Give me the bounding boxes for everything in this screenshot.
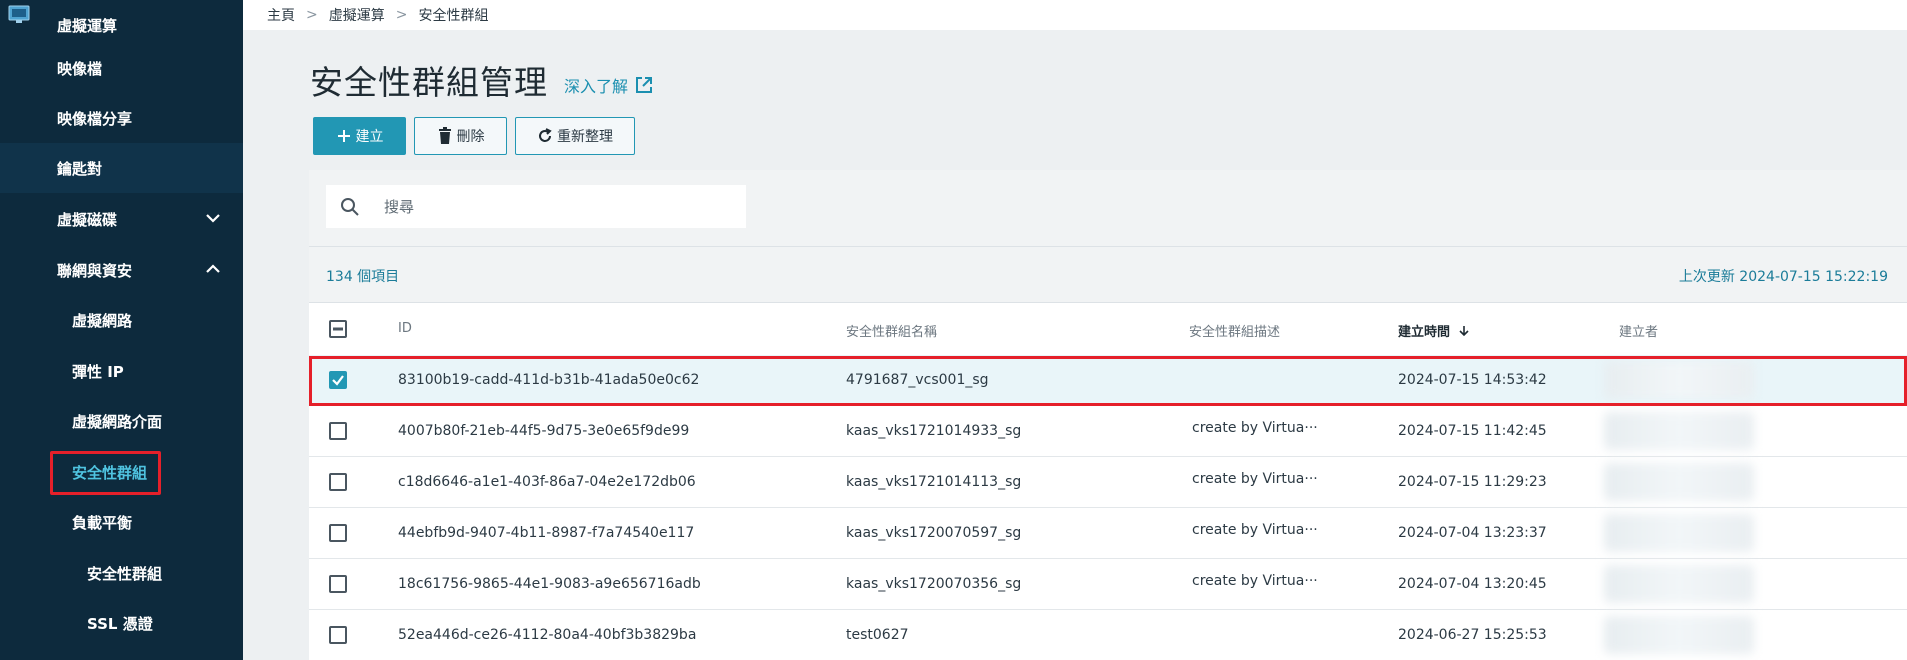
cell-description: create by Virtua··· bbox=[1192, 471, 1318, 487]
learn-more-label: 深入了解 bbox=[564, 77, 629, 96]
selected-row-highlight-box bbox=[309, 356, 1907, 406]
cell-id[interactable]: 4007b80f-21eb-44f5-9d75-3e0e65f9de99 bbox=[398, 423, 689, 439]
sidebar-item-key-pairs[interactable]: 鑰匙對 bbox=[0, 143, 243, 193]
redacted-creator bbox=[1604, 412, 1754, 450]
sidebar-item-label: 虛擬網路 bbox=[72, 311, 133, 330]
selection-highlight-box bbox=[50, 451, 161, 495]
sidebar-item-label: 聯網與資安 bbox=[57, 261, 133, 280]
breadcrumb-separator: > bbox=[395, 7, 408, 23]
refresh-label: 重新整理 bbox=[557, 128, 613, 144]
cell-name: kaas_vks1720070356_sg bbox=[846, 576, 1022, 592]
column-header-name[interactable]: 安全性群組名稱 bbox=[846, 321, 937, 340]
select-all-checkbox[interactable] bbox=[329, 320, 347, 338]
cell-description: create by Virtua··· bbox=[1192, 573, 1318, 589]
refresh-button[interactable]: 重新整理 bbox=[515, 117, 635, 155]
row-checkbox[interactable] bbox=[329, 473, 347, 491]
table-row[interactable]: 4007b80f-21eb-44f5-9d75-3e0e65f9de99 kaa… bbox=[309, 406, 1907, 457]
sidebar-item-label: 負載平衡 bbox=[72, 513, 133, 532]
column-header-description[interactable]: 安全性群組描述 bbox=[1189, 321, 1280, 340]
cell-created: 2024-07-04 13:20:45 bbox=[1398, 576, 1547, 592]
row-checkbox[interactable] bbox=[329, 575, 347, 593]
sidebar-item-label: 映像檔 bbox=[57, 59, 103, 78]
chevron-down-icon bbox=[206, 214, 220, 223]
sidebar-item-virtual-disks[interactable]: 虛擬磁碟 bbox=[0, 194, 243, 244]
sidebar-item-label: 映像檔分享 bbox=[57, 109, 133, 128]
breadcrumb-current: 安全性群組 bbox=[418, 8, 489, 24]
search-bar bbox=[309, 170, 1907, 247]
breadcrumb: 主頁 > 虛擬運算 > 安全性群組 bbox=[243, 0, 1907, 30]
cell-created: 2024-07-15 11:42:45 bbox=[1398, 423, 1547, 439]
page-title: 安全性群組管理 bbox=[310, 63, 548, 102]
sidebar-item-image-sharing[interactable]: 映像檔分享 bbox=[0, 93, 243, 143]
item-count: 134 個項目 bbox=[326, 269, 400, 285]
plus-icon bbox=[337, 130, 350, 142]
cell-created: 2024-07-04 13:23:37 bbox=[1398, 525, 1547, 541]
column-header-created[interactable]: 建立時間 bbox=[1398, 321, 1470, 340]
sidebar-item-virtual-nic[interactable]: 虛擬網路介面 bbox=[0, 396, 243, 446]
sidebar-item-label: 虛擬磁碟 bbox=[57, 210, 118, 229]
breadcrumb-compute[interactable]: 虛擬運算 bbox=[329, 5, 385, 25]
cell-created: 2024-07-15 11:29:23 bbox=[1398, 474, 1547, 490]
column-header-id[interactable]: ID bbox=[398, 321, 412, 336]
delete-label: 刪除 bbox=[456, 128, 485, 144]
row-checkbox[interactable] bbox=[329, 524, 347, 542]
create-label: 建立 bbox=[355, 128, 384, 144]
breadcrumb-separator: > bbox=[306, 7, 318, 23]
sort-down-icon bbox=[1458, 326, 1469, 337]
cell-name: kaas_vks1721014933_sg bbox=[846, 423, 1022, 439]
refresh-icon bbox=[539, 128, 552, 142]
cell-description: create by Virtua··· bbox=[1192, 522, 1318, 538]
sidebar-item-ssl-certificates[interactable]: SSL 憑證 bbox=[0, 598, 243, 648]
cell-id[interactable]: 52ea446d-ce26-4112-80a4-40bf3b3829ba bbox=[398, 627, 696, 643]
count-bar: 134 個項目 上次更新 2024-07-15 15:22:19 bbox=[309, 247, 1907, 303]
redacted-creator bbox=[1604, 514, 1754, 552]
sidebar-item-virtual-network[interactable]: 虛擬網路 bbox=[0, 295, 243, 345]
redacted-creator bbox=[1604, 616, 1754, 654]
cell-id[interactable]: 44ebfb9d-9407-4b11-8987-f7a74540e117 bbox=[398, 525, 694, 541]
create-button[interactable]: 建立 bbox=[313, 117, 406, 155]
search-box[interactable] bbox=[326, 185, 746, 228]
sidebar-item-label: SSL 憑證 bbox=[87, 614, 153, 633]
external-link-icon bbox=[636, 77, 653, 93]
table-row[interactable]: 18c61756-9865-44e1-9083-a9e656716adb kaa… bbox=[309, 559, 1907, 610]
sidebar: 虛擬運算 映像檔 映像檔分享 鑰匙對 虛擬磁碟 聯網與資安 虛擬網路 彈性 IP… bbox=[0, 0, 243, 660]
sidebar-item-label: 虛擬網路介面 bbox=[72, 412, 163, 431]
sidebar-item-lb-security-groups[interactable]: 安全性群組 bbox=[0, 548, 243, 598]
cell-name: test0627 bbox=[846, 627, 909, 643]
sidebar-item-label: 彈性 IP bbox=[72, 362, 124, 381]
security-group-panel: 134 個項目 上次更新 2024-07-15 15:22:19 ID 安全性群… bbox=[309, 170, 1907, 660]
cell-name: kaas_vks1720070597_sg bbox=[846, 525, 1022, 541]
search-input[interactable] bbox=[384, 197, 704, 216]
trash-icon bbox=[438, 127, 451, 144]
redacted-creator bbox=[1604, 565, 1754, 603]
row-checkbox[interactable] bbox=[329, 626, 347, 644]
sidebar-item-label: 鑰匙對 bbox=[57, 159, 103, 178]
column-header-created-label: 建立時間 bbox=[1398, 325, 1451, 340]
chevron-up-icon bbox=[206, 264, 220, 273]
cell-id[interactable]: 18c61756-9865-44e1-9083-a9e656716adb bbox=[398, 576, 701, 592]
sidebar-item-images[interactable]: 映像檔 bbox=[0, 43, 243, 93]
table-row[interactable]: 52ea446d-ce26-4112-80a4-40bf3b3829ba tes… bbox=[309, 610, 1907, 660]
sidebar-item-elastic-ip[interactable]: 彈性 IP bbox=[0, 346, 243, 396]
learn-more-link[interactable]: 深入了解 bbox=[564, 73, 654, 97]
row-checkbox[interactable] bbox=[329, 422, 347, 440]
last-updated: 上次更新 2024-07-15 15:22:19 bbox=[1678, 269, 1888, 285]
cell-created: 2024-06-27 15:25:53 bbox=[1398, 627, 1547, 643]
table-header: ID 安全性群組名稱 安全性群組描述 建立時間 建立者 bbox=[309, 303, 1907, 355]
sidebar-item-label: 虛擬運算 bbox=[57, 16, 118, 35]
indeterminate-icon bbox=[333, 327, 343, 331]
cell-description: create by Virtua··· bbox=[1192, 420, 1318, 436]
sidebar-item-load-balancing[interactable]: 負載平衡 bbox=[0, 497, 243, 547]
delete-button[interactable]: 刪除 bbox=[414, 117, 507, 155]
redacted-creator bbox=[1604, 463, 1754, 501]
breadcrumb-home[interactable]: 主頁 bbox=[267, 5, 295, 25]
table-row[interactable]: c18d6646-a1e1-403f-86a7-04e2e172db06 kaa… bbox=[309, 457, 1907, 508]
table-row[interactable]: 44ebfb9d-9407-4b11-8987-f7a74540e117 kaa… bbox=[309, 508, 1907, 559]
cell-id[interactable]: c18d6646-a1e1-403f-86a7-04e2e172db06 bbox=[398, 474, 696, 490]
cell-name: kaas_vks1721014113_sg bbox=[846, 474, 1022, 490]
sidebar-item-networking-security[interactable]: 聯網與資安 bbox=[0, 245, 243, 295]
sidebar-item-label: 安全性群組 bbox=[87, 564, 163, 583]
column-header-creator[interactable]: 建立者 bbox=[1619, 321, 1658, 340]
search-icon bbox=[341, 197, 359, 216]
